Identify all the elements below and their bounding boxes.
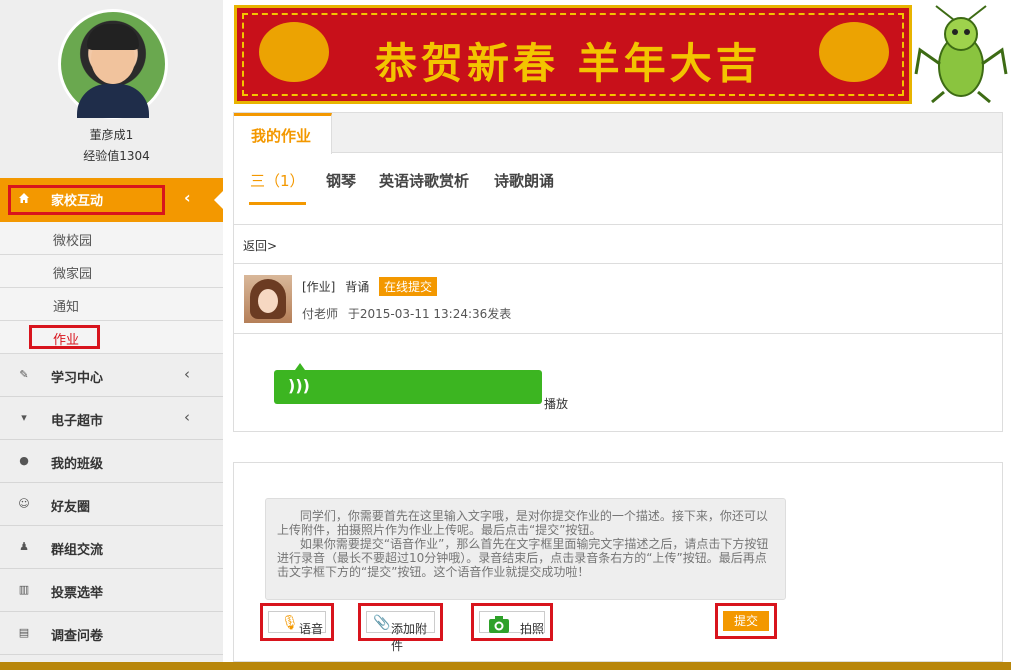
voice-button-inner: 🎙 语音: [268, 611, 326, 636]
chevron-left-icon: ‹: [184, 365, 190, 383]
sub-label: 通知: [53, 300, 80, 315]
banner-text: 恭贺新春 羊年大吉: [375, 39, 762, 88]
profile: 董彦成1 经验值1304: [0, 0, 223, 178]
paperclip-icon: 📎: [373, 615, 391, 631]
camera-icon: [489, 616, 509, 633]
bubble-tip: [295, 363, 305, 370]
speaker-wave-icon: ))): [288, 376, 310, 395]
nav-item-shop[interactable]: ▾ 电子超市 ‹: [0, 397, 223, 440]
sidebar-sub-homework[interactable]: 作业: [0, 321, 223, 354]
sidebar: 董彦成1 经验值1304 家校互动 ‹ 微校园 微家园 通知 作业 ✎ 学习中心…: [0, 0, 223, 670]
microphone-icon: 🎙: [281, 615, 299, 631]
nav-item-home-school[interactable]: 家校互动 ‹: [0, 178, 223, 222]
submit-label: 提交: [723, 611, 769, 631]
user-name: 董彦成1: [89, 128, 134, 142]
submit-panel: 🎙 语音 📎 添加附件 拍照 提交: [233, 462, 1003, 662]
edit-icon: ✎: [19, 368, 29, 381]
divider: [234, 333, 1002, 334]
voice-message-bar[interactable]: ))): [274, 363, 542, 404]
nav-item-survey[interactable]: ▤ 调查问卷: [0, 612, 223, 655]
subject-tab-english-poetry[interactable]: 英语诗歌赏析: [379, 170, 469, 191]
sidebar-sub-notice[interactable]: 通知: [0, 288, 223, 321]
nav-item-class[interactable]: ● 我的班级: [0, 440, 223, 483]
nav-item-vote[interactable]: ▥ 投票选举: [0, 569, 223, 612]
divider: [234, 263, 1002, 264]
group-icon: ♟: [19, 540, 29, 553]
tab-bar: 我的作业: [234, 113, 1002, 154]
teacher-avatar[interactable]: [244, 275, 292, 323]
user-exp: 经验值1304: [83, 149, 150, 163]
tab-label: 我的作业: [251, 127, 312, 145]
nav-label: 家校互动: [51, 194, 104, 209]
nav-label: 电子超市: [51, 414, 104, 429]
active-tab-underline: [249, 202, 306, 205]
nav-item-learning[interactable]: ✎ 学习中心 ‹: [0, 354, 223, 397]
back-link[interactable]: 返回>: [243, 237, 277, 254]
add-attachment-button[interactable]: 📎 添加附件: [358, 603, 443, 653]
sub-label: 作业: [53, 333, 80, 348]
nav-label: 群组交流: [51, 543, 104, 558]
subject-tab-class[interactable]: 三（1）: [250, 170, 305, 191]
play-link[interactable]: 播放: [544, 395, 568, 412]
file-icon: ▤: [18, 626, 30, 639]
sub-label: 微家园: [53, 267, 93, 282]
smile-icon: ☺: [18, 497, 30, 510]
bottom-bar: [0, 662, 1011, 670]
chevron-left-icon: ‹: [184, 188, 191, 207]
cricket-mascot-icon: [914, 5, 1008, 104]
take-photo-button[interactable]: 拍照: [471, 603, 553, 641]
nav-label: 我的班级: [51, 457, 104, 472]
sidebar-sub-micro-campus[interactable]: 微校园: [0, 222, 223, 255]
subject-tab-poetry-reading[interactable]: 诗歌朗诵: [494, 170, 554, 191]
lantern-decoration: [819, 22, 889, 82]
active-notch: [214, 191, 223, 209]
nav-label: 调查问卷: [51, 629, 104, 644]
new-year-banner: 恭贺新春 羊年大吉: [234, 5, 912, 104]
avatar[interactable]: [58, 9, 168, 119]
sub-label: 微校园: [53, 234, 93, 249]
homework-panel: 我的作业 三（1） 钢琴 英语诗歌赏析 诗歌朗诵 返回> [作业] 背诵 在线提…: [233, 112, 1003, 432]
photo-label: 拍照: [520, 622, 545, 636]
nav-label: 投票选举: [51, 586, 104, 601]
nav-label: 学习中心: [51, 371, 104, 386]
chevron-left-icon: ‹: [184, 408, 190, 426]
photo-button-inner: 拍照: [479, 611, 545, 636]
voice-button[interactable]: 🎙 语音: [260, 603, 334, 641]
subject-tab-piano[interactable]: 钢琴: [326, 170, 356, 191]
nav-item-friends[interactable]: ☺ 好友圈: [0, 483, 223, 526]
subject-tabs: 三（1） 钢琴 英语诗歌赏析 诗歌朗诵: [234, 153, 1002, 225]
home-icon: [19, 193, 29, 203]
attach-button-inner: 📎 添加附件: [366, 611, 435, 653]
post-type: [作业]: [302, 280, 336, 294]
attach-label: 添加附件: [391, 622, 428, 653]
submit-button[interactable]: 提交: [715, 603, 777, 639]
online-submit-badge: 在线提交: [379, 277, 438, 296]
post-title-line: [作业] 背诵 在线提交: [302, 277, 438, 296]
post-time: 于2015-03-11 13:24:36发表: [347, 307, 512, 321]
post-title: 背诵: [345, 280, 370, 294]
nav-label: 好友圈: [51, 500, 91, 515]
voice-label: 语音: [299, 622, 324, 636]
tab-my-homework[interactable]: 我的作业: [234, 113, 332, 154]
cart-icon: ▾: [21, 411, 27, 424]
homework-description-input[interactable]: [265, 498, 786, 600]
bar-chart-icon: ▥: [18, 583, 30, 596]
user-icon: ●: [19, 454, 29, 467]
post-author: 付老师: [302, 307, 339, 321]
lantern-decoration: [259, 22, 329, 82]
sidebar-sub-micro-home[interactable]: 微家园: [0, 255, 223, 288]
post-meta-line: 付老师 于2015-03-11 13:24:36发表: [302, 305, 511, 322]
nav-item-groups[interactable]: ♟ 群组交流: [0, 526, 223, 569]
